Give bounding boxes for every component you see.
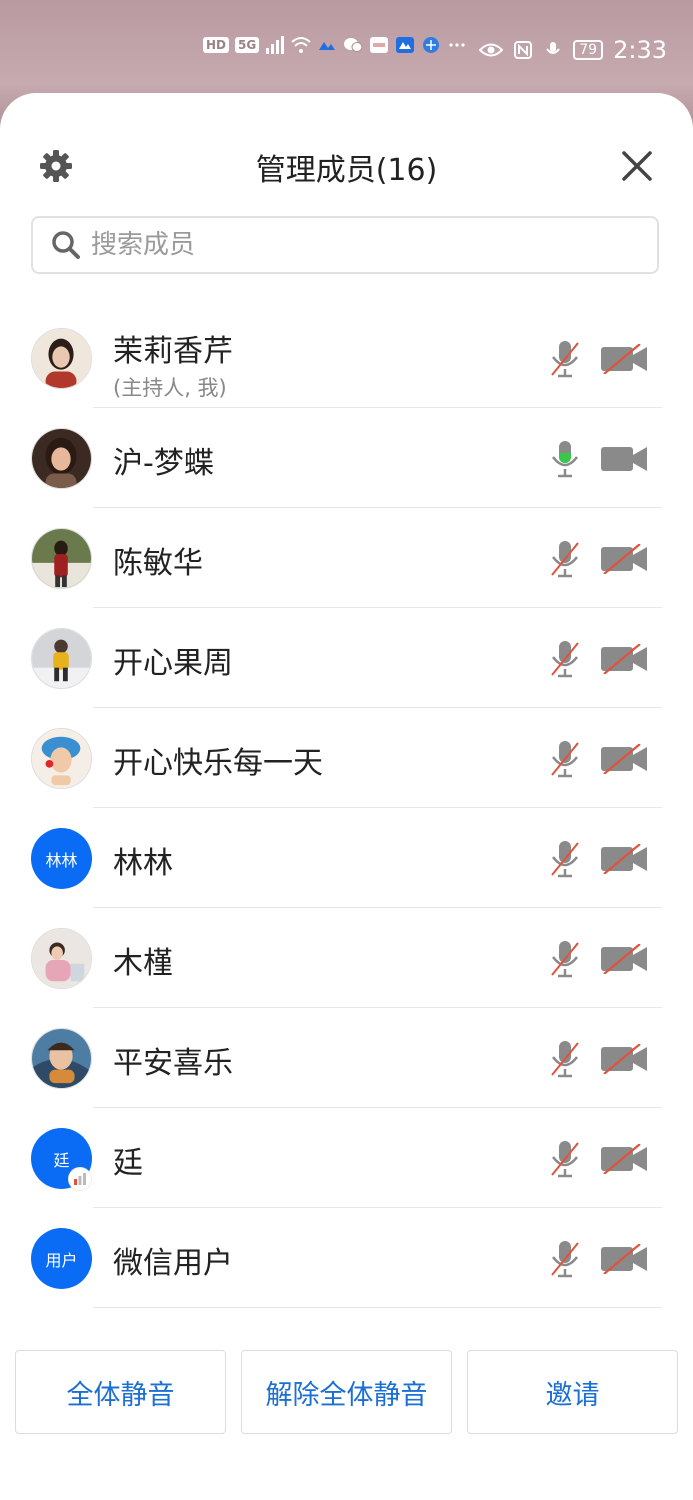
- camera-off-icon[interactable]: [600, 1144, 648, 1174]
- member-name: 开心快乐每一天: [113, 746, 323, 781]
- avatar: 用户: [31, 1228, 92, 1289]
- camera-off-icon[interactable]: [600, 344, 648, 374]
- avatar: [31, 728, 92, 789]
- search-input[interactable]: [89, 229, 613, 261]
- member-row[interactable]: 木槿: [0, 908, 693, 1008]
- camera-off-icon[interactable]: [600, 644, 648, 674]
- avatar: [31, 428, 92, 489]
- avatar: [31, 928, 92, 989]
- clock: 2:33: [613, 36, 667, 64]
- status-icons-right: 79 2:33: [479, 36, 667, 64]
- member-name: 茉莉香芹: [113, 334, 233, 369]
- status-bar: HD 5G 79 2:33: [0, 0, 693, 100]
- wifi-icon: [291, 37, 311, 53]
- avatar: [31, 528, 92, 589]
- mic-muted-icon[interactable]: [548, 939, 582, 979]
- search-bar[interactable]: [31, 216, 659, 274]
- member-row[interactable]: 沪-梦蝶: [0, 408, 693, 508]
- member-row[interactable]: 茉莉香芹 (主持人, 我): [0, 308, 693, 408]
- member-row[interactable]: 廷 廷: [0, 1108, 693, 1208]
- app-icon: [370, 37, 389, 53]
- mic-muted-icon[interactable]: [548, 1039, 582, 1079]
- app-icon: [396, 37, 415, 53]
- camera-off-icon[interactable]: [600, 1244, 648, 1274]
- close-icon[interactable]: [620, 149, 654, 183]
- member-name: 廷: [113, 1146, 143, 1181]
- member-row[interactable]: 开心快乐每一天: [0, 708, 693, 808]
- avatar: [31, 628, 92, 689]
- mic-muted-icon[interactable]: [548, 1139, 582, 1179]
- app-icon: [319, 42, 336, 50]
- mic-muted-icon[interactable]: [548, 639, 582, 679]
- eye-icon: [479, 43, 504, 57]
- mic-muted-icon[interactable]: [548, 339, 582, 379]
- more-icon: [449, 43, 465, 47]
- camera-off-icon[interactable]: [600, 1044, 648, 1074]
- camera-off-icon[interactable]: [600, 544, 648, 574]
- unmute-all-button[interactable]: 解除全体静音: [241, 1350, 452, 1434]
- invite-button[interactable]: 邀请: [467, 1350, 678, 1434]
- member-name: 微信用户: [113, 1246, 233, 1281]
- camera-off-icon[interactable]: [600, 844, 648, 874]
- signal-icon: [266, 36, 285, 54]
- mic-muted-icon[interactable]: [548, 539, 582, 579]
- divider: [93, 1307, 662, 1308]
- mic-icon: [546, 42, 561, 54]
- network-badge: 5G: [235, 37, 260, 53]
- member-row[interactable]: 用户 微信用户: [0, 1208, 693, 1308]
- search-icon: [52, 231, 80, 259]
- nfc-icon: [514, 41, 533, 59]
- wechat-icon: [344, 38, 363, 52]
- avatar: [31, 328, 92, 389]
- member-name: 木槿: [113, 946, 173, 981]
- page-title: 管理成员(16): [255, 153, 438, 188]
- signal-status-icon: [69, 1168, 91, 1190]
- camera-on-icon[interactable]: [600, 444, 648, 474]
- mic-speaking-icon[interactable]: [548, 439, 582, 479]
- member-row[interactable]: 林林 林林: [0, 808, 693, 908]
- avatar: [31, 1028, 92, 1089]
- member-name: 沪-梦蝶: [113, 446, 214, 481]
- member-row[interactable]: 开心果周: [0, 608, 693, 708]
- avatar: 林林: [31, 828, 92, 889]
- manage-members-sheet: 管理成员(16) 茉莉香芹 (主持人, 我): [0, 93, 693, 1500]
- member-role: (主持人, 我): [113, 376, 227, 400]
- member-list: 茉莉香芹 (主持人, 我) 沪-梦蝶 陈敏华 开心果周 开心快乐每一天 林林 林…: [0, 308, 693, 1308]
- mic-muted-icon[interactable]: [548, 1239, 582, 1279]
- mic-muted-icon[interactable]: [548, 739, 582, 779]
- mic-muted-icon[interactable]: [548, 839, 582, 879]
- hd-badge: HD: [203, 37, 230, 53]
- sheet-header: 管理成员(16): [0, 93, 693, 233]
- battery-indicator: 79: [573, 40, 604, 60]
- status-icons-left: HD 5G: [203, 36, 467, 54]
- member-row[interactable]: 平安喜乐: [0, 1008, 693, 1108]
- member-name: 开心果周: [113, 646, 233, 681]
- member-name: 陈敏华: [113, 546, 203, 581]
- member-row[interactable]: 陈敏华: [0, 508, 693, 608]
- member-name: 平安喜乐: [113, 1046, 233, 1081]
- mute-all-button[interactable]: 全体静音: [15, 1350, 226, 1434]
- camera-off-icon[interactable]: [600, 944, 648, 974]
- member-name: 林林: [113, 846, 173, 881]
- camera-off-icon[interactable]: [600, 744, 648, 774]
- app-icon: [423, 37, 440, 53]
